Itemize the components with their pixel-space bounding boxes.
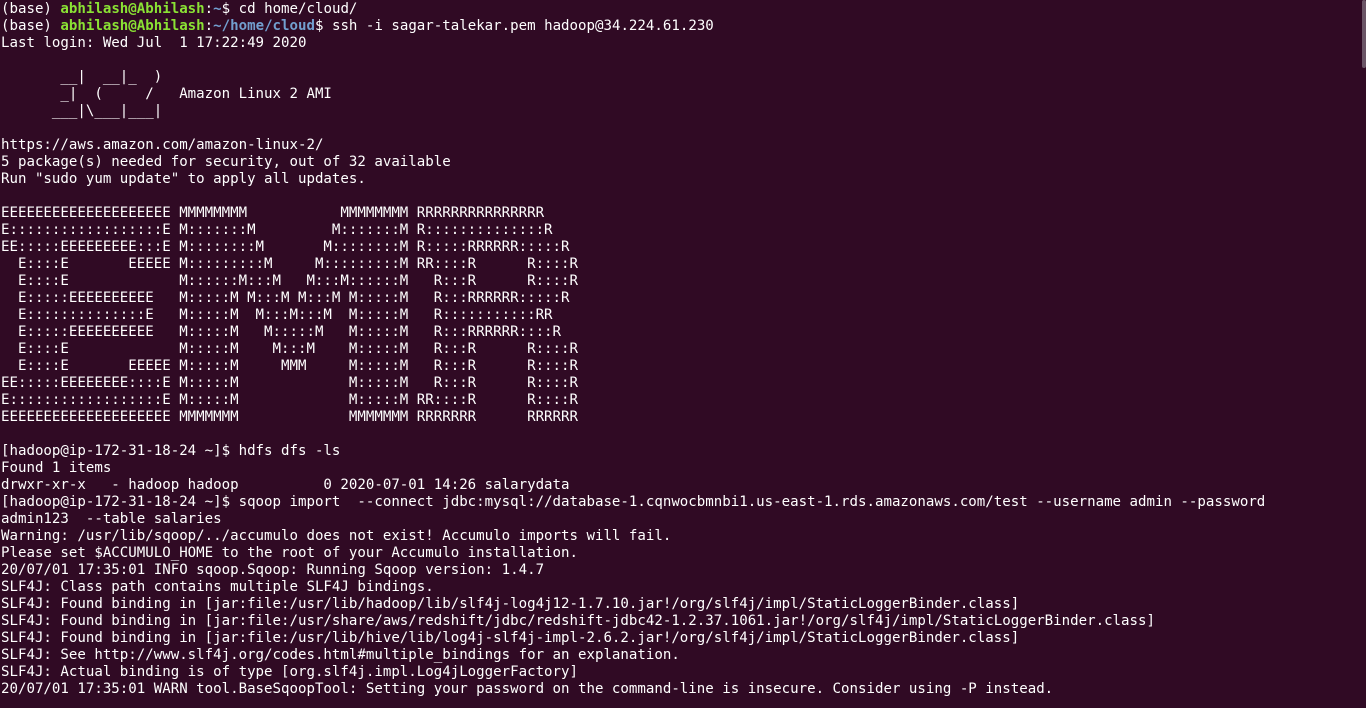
terminal-text: admin123 --table salaries (1, 511, 222, 527)
terminal-text: Last login: Wed Jul 1 17:22:49 2020 (1, 35, 307, 51)
terminal-line: Warning: /usr/lib/sqoop/../accumulo does… (1, 528, 1366, 545)
terminal-text: : (204, 18, 214, 34)
terminal-text: E:::::EEEEEEEEEE M:::::M M:::::M M:::::M… (1, 324, 562, 340)
terminal-line: EE:::::EEEEEEEE::::E M:::::M M:::::M R::… (1, 375, 1366, 392)
terminal-text: SLF4J: See http://www.slf4j.org/codes.ht… (1, 647, 680, 663)
terminal-line: 20/07/01 17:35:01 WARN tool.BaseSqoopToo… (1, 681, 1366, 698)
terminal-text: SLF4J: Class path contains multiple SLF4… (1, 579, 434, 595)
terminal-line: Run "sudo yum update" to apply all updat… (1, 171, 1366, 188)
terminal-text: 20/07/01 17:35:01 WARN tool.BaseSqoopToo… (1, 681, 1054, 697)
terminal-text: https://aws.amazon.com/amazon-linux-2/ (1, 137, 324, 153)
terminal-line: __| __|_ ) (1, 69, 1366, 86)
terminal-line: E::::E EEEEE M:::::M MMM M:::::M R:::R R… (1, 358, 1366, 375)
terminal-line: ___|\___|___| (1, 103, 1366, 120)
terminal-text: [hadoop@ip-172-31-18-24 ~]$ hdfs dfs -ls (1, 443, 341, 459)
terminal-line: _| ( / Amazon Linux 2 AMI (1, 86, 1366, 103)
terminal-line: drwxr-xr-x - hadoop hadoop 0 2020-07-01 … (1, 477, 1366, 494)
terminal-text: (base) (1, 1, 61, 17)
terminal-line: SLF4J: Found binding in [jar:file:/usr/l… (1, 596, 1366, 613)
terminal-text: drwxr-xr-x - hadoop hadoop 0 2020-07-01 … (1, 477, 570, 493)
terminal-text: _| ( / Amazon Linux 2 AMI (1, 86, 332, 102)
prompt-path: ~/home/cloud (213, 18, 315, 34)
terminal-text: Found 1 items (1, 460, 112, 476)
terminal-line: EE:::::EEEEEEEEE:::E M::::::::M M:::::::… (1, 239, 1366, 256)
terminal-text: E::::E EEEEE M:::::::::M M:::::::::M RR:… (1, 256, 578, 272)
terminal-line: SLF4J: Found binding in [jar:file:/usr/s… (1, 613, 1366, 630)
terminal-line: admin123 --table salaries (1, 511, 1366, 528)
prompt-user-host: abhilash@Abhilash (60, 18, 205, 34)
terminal-text: 5 package(s) needed for security, out of… (1, 154, 451, 170)
terminal-text: 20/07/01 17:35:01 INFO sqoop.Sqoop: Runn… (1, 562, 545, 578)
terminal-line: Please set $ACCUMULO_HOME to the root of… (1, 545, 1366, 562)
terminal-line: E:::::EEEEEEEEEE M:::::M M:::::M M:::::M… (1, 324, 1366, 341)
terminal-line: (base) abhilash@Abhilash:~/home/cloud$ s… (1, 18, 1366, 35)
terminal-text: (base) (1, 18, 61, 34)
terminal-line: E:::::EEEEEEEEEE M:::::M M:::M M:::M M::… (1, 290, 1366, 307)
terminal-line: SLF4J: See http://www.slf4j.org/codes.ht… (1, 647, 1366, 664)
terminal-window[interactable]: (base) abhilash@Abhilash:~$ cd home/clou… (0, 0, 1366, 708)
terminal-text: E::::E M:::::M M:::M M:::::M R:::R R::::… (1, 341, 578, 357)
scrollbar-track[interactable] (1362, 0, 1366, 708)
terminal-text: E::::::::::::::::::E M:::::::M M:::::::M… (1, 222, 553, 238)
terminal-text: SLF4J: Found binding in [jar:file:/usr/s… (1, 613, 1155, 629)
terminal-text: Warning: /usr/lib/sqoop/../accumulo does… (1, 528, 672, 544)
terminal-text: E::::E M::::::M:::M M:::M::::::M R:::R R… (1, 273, 578, 289)
terminal-line: SLF4J: Class path contains multiple SLF4… (1, 579, 1366, 596)
terminal-text: E::::E EEEEE M:::::M MMM M:::::M R:::R R… (1, 358, 578, 374)
terminal-text: [hadoop@ip-172-31-18-24 ~]$ sqoop import… (1, 494, 1266, 510)
prompt-user-host: abhilash@Abhilash (60, 1, 205, 17)
terminal-line: Found 1 items (1, 460, 1366, 477)
terminal-line: E::::E M::::::M:::M M:::M::::::M R:::R R… (1, 273, 1366, 290)
terminal-text: : (204, 1, 214, 17)
terminal-text: $ ssh -i sagar-talekar.pem hadoop@34.224… (314, 18, 714, 34)
terminal-line: E::::E M:::::M M:::M M:::::M R:::R R::::… (1, 341, 1366, 358)
terminal-text: E:::::EEEEEEEEEE M:::::M M:::M M:::M M::… (1, 290, 570, 306)
terminal-text: SLF4J: Actual binding is of type [org.sl… (1, 664, 578, 680)
terminal-text: SLF4J: Found binding in [jar:file:/usr/l… (1, 630, 1020, 646)
terminal-text: Run "sudo yum update" to apply all updat… (1, 171, 366, 187)
terminal-line: SLF4J: Found binding in [jar:file:/usr/l… (1, 630, 1366, 647)
terminal-line: EEEEEEEEEEEEEEEEEEEE MMMMMMM MMMMMMM RRR… (1, 409, 1366, 426)
terminal-text: Please set $ACCUMULO_HOME to the root of… (1, 545, 578, 561)
terminal-text: ___|\___|___| (1, 103, 163, 119)
terminal-text: $ cd home/cloud/ (221, 1, 358, 17)
terminal-text: E::::::::::::::::::E M:::::M M:::::M RR:… (1, 392, 578, 408)
scrollbar-thumb[interactable] (1362, 0, 1366, 68)
terminal-output[interactable]: (base) abhilash@Abhilash:~$ cd home/clou… (1, 1, 1366, 698)
terminal-line: E::::::::::::::::::E M:::::::M M:::::::M… (1, 222, 1366, 239)
terminal-line: https://aws.amazon.com/amazon-linux-2/ (1, 137, 1366, 154)
terminal-line: SLF4J: Actual binding is of type [org.sl… (1, 664, 1366, 681)
terminal-text: __| __|_ ) (1, 69, 163, 85)
terminal-text: SLF4J: Found binding in [jar:file:/usr/l… (1, 596, 1020, 612)
terminal-line: [hadoop@ip-172-31-18-24 ~]$ sqoop import… (1, 494, 1366, 511)
terminal-line: E::::::::::::::::::E M:::::M M:::::M RR:… (1, 392, 1366, 409)
terminal-line: (base) abhilash@Abhilash:~$ cd home/clou… (1, 1, 1366, 18)
terminal-text: EE:::::EEEEEEEE::::E M:::::M M:::::M R::… (1, 375, 578, 391)
terminal-text: EE:::::EEEEEEEEE:::E M::::::::M M:::::::… (1, 239, 570, 255)
terminal-line: 5 package(s) needed for security, out of… (1, 154, 1366, 171)
terminal-line: E::::E EEEEE M:::::::::M M:::::::::M RR:… (1, 256, 1366, 273)
terminal-line: 20/07/01 17:35:01 INFO sqoop.Sqoop: Runn… (1, 562, 1366, 579)
terminal-line: E::::::::::::::E M:::::M M:::M:::M M::::… (1, 307, 1366, 324)
terminal-line: EEEEEEEEEEEEEEEEEEEE MMMMMMMM MMMMMMMM R… (1, 205, 1366, 222)
terminal-text: E::::::::::::::E M:::::M M:::M:::M M::::… (1, 307, 553, 323)
prompt-path: ~ (213, 1, 222, 17)
terminal-text: EEEEEEEEEEEEEEEEEEEE MMMMMMMM MMMMMMMM R… (1, 205, 545, 221)
terminal-text: EEEEEEEEEEEEEEEEEEEE MMMMMMM MMMMMMM RRR… (1, 409, 578, 425)
terminal-line: Last login: Wed Jul 1 17:22:49 2020 (1, 35, 1366, 52)
terminal-line: [hadoop@ip-172-31-18-24 ~]$ hdfs dfs -ls (1, 443, 1366, 460)
